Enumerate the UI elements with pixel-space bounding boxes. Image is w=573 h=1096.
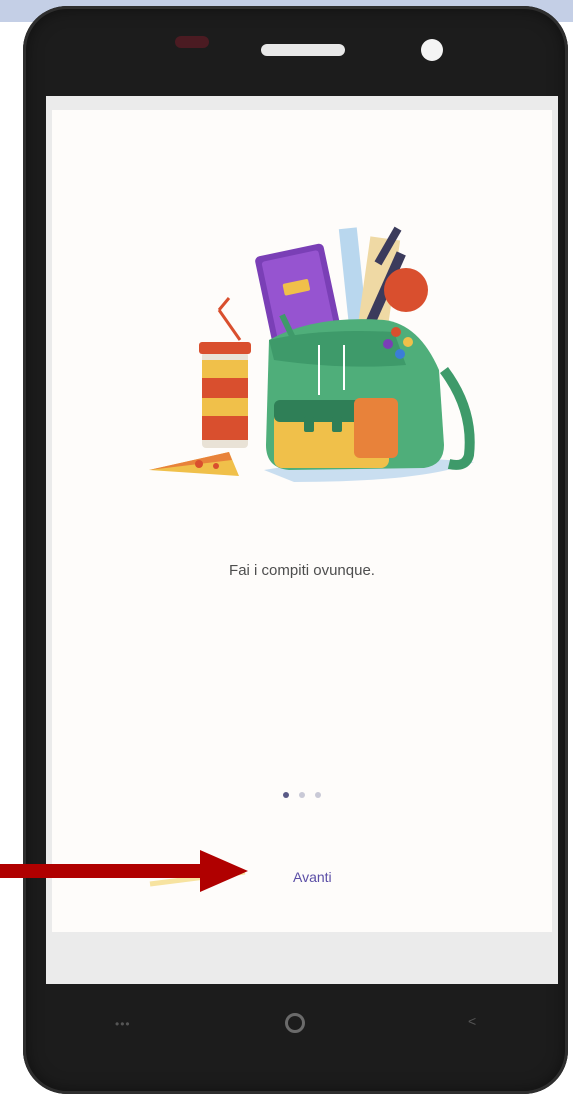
phone-frame: Fai i compiti ovunque. Avanti ••• <	[23, 6, 568, 1094]
sensor-icon	[175, 36, 209, 48]
backpack-illustration	[149, 226, 475, 482]
speaker-grille-icon	[261, 44, 345, 56]
onboarding-caption: Fai i compiti ovunque.	[229, 562, 375, 579]
next-button[interactable]: Avanti	[287, 865, 338, 889]
back-icon[interactable]: <	[468, 1013, 476, 1029]
red-arrow-icon	[0, 850, 248, 892]
page: Fai i compiti ovunque. Avanti ••• <	[0, 0, 573, 1096]
home-icon[interactable]	[285, 1013, 305, 1033]
page-dot[interactable]	[299, 792, 305, 798]
onboarding-screen: Fai i compiti ovunque. Avanti	[52, 110, 552, 932]
page-indicator	[52, 792, 552, 798]
system-nav-bar: ••• <	[23, 991, 568, 1061]
page-dot[interactable]	[315, 792, 321, 798]
front-camera-icon	[421, 39, 443, 61]
page-dot-active[interactable]	[283, 792, 289, 798]
menu-icon[interactable]: •••	[115, 1017, 131, 1031]
